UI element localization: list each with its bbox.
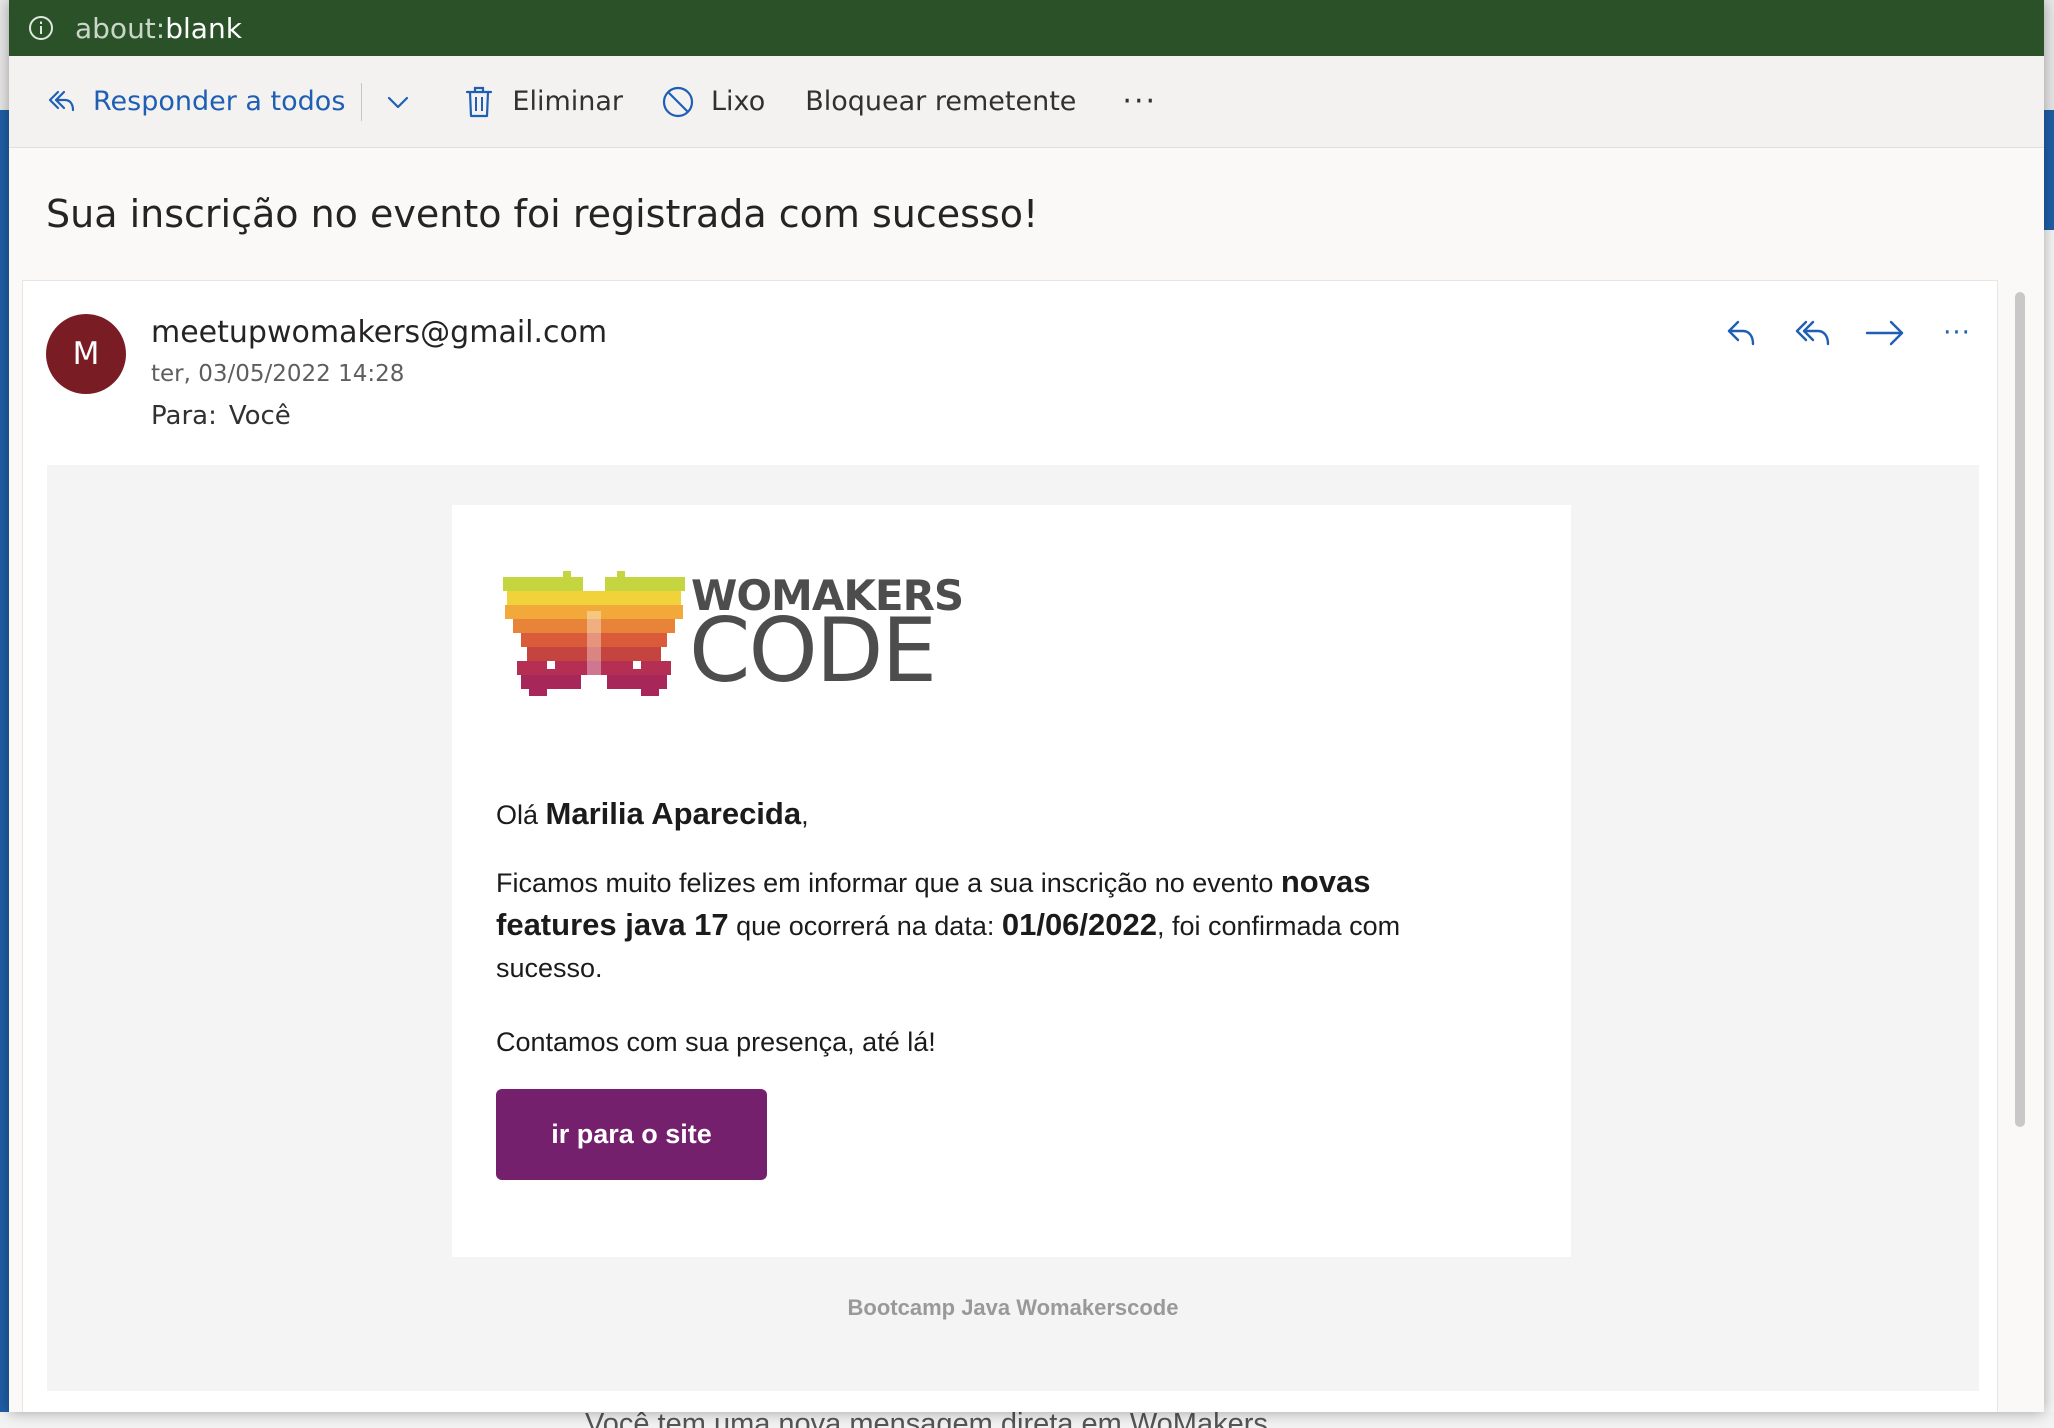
delete-button[interactable]: Eliminar — [464, 74, 623, 130]
greeting-text: Olá Marilia Aparecida, — [496, 793, 1486, 836]
avatar[interactable]: M — [46, 314, 126, 394]
more-horizontal-icon: ··· — [1122, 84, 1158, 119]
reply-icon — [1727, 320, 1755, 346]
trash-icon — [466, 86, 493, 117]
reply-all-message-button[interactable] — [1785, 305, 1841, 361]
junk-button[interactable]: Lixo — [661, 74, 765, 130]
go-to-site-label: ir para o site — [551, 1119, 712, 1149]
email-body-background: WOMAKERS CODE Olá Marilia Aparecida, Fic… — [47, 465, 1979, 1391]
junk-label: Lixo — [711, 86, 766, 117]
reply-all-button[interactable]: Responder a todos — [45, 74, 345, 130]
closing-paragraph: Contamos com sua presença, até lá! — [496, 1027, 936, 1057]
background-message-preview: Você tem uma nova mensagem direta em WoM… — [585, 1412, 1268, 1428]
recipients-row: Para: Você — [151, 401, 291, 431]
email-footer: Bootcamp Java Womakerscode — [847, 1295, 1179, 1320]
url-scheme: about: — [75, 11, 166, 45]
url-bar: about:blank — [9, 0, 2044, 56]
forward-button[interactable] — [1857, 305, 1913, 361]
message-date: ter, 03/05/2022 14:28 — [151, 361, 405, 387]
to-recipient[interactable]: Você — [229, 401, 291, 431]
recipient-name: Marilia Aparecida — [545, 796, 802, 831]
confirmation-paragraph: Ficamos muito felizes em informar que a … — [496, 861, 1486, 989]
womakers-code-logo: WOMAKERS CODE — [503, 571, 964, 696]
email-content-card: WOMAKERS CODE Olá Marilia Aparecida, Fic… — [452, 505, 1571, 1257]
reply-options-dropdown[interactable] — [378, 74, 418, 130]
toolbar-divider — [361, 82, 363, 121]
logo-text-code: CODE — [689, 599, 937, 702]
greeting-suffix: , — [801, 800, 809, 830]
avatar-initial: M — [72, 336, 100, 372]
chevron-down-icon — [388, 96, 409, 108]
go-to-site-button[interactable]: ir para o site — [496, 1089, 767, 1180]
url-path: blank — [165, 11, 242, 45]
more-horizontal-icon: ··· — [1943, 318, 1971, 348]
background-right-area — [2044, 230, 2054, 1428]
block-sender-label: Bloquear remetente — [805, 86, 1077, 117]
info-icon[interactable] — [27, 14, 55, 42]
url-text[interactable]: about:blank — [75, 12, 242, 45]
message-card: M meetupwomakers@gmail.com ter, 03/05/20… — [22, 280, 1998, 1412]
background-bottom-area: Você tem uma nova mensagem direta em WoM… — [0, 1412, 2054, 1428]
command-toolbar: Responder a todos Eliminar Lixo Bloquear… — [9, 56, 2044, 148]
reply-all-label: Responder a todos — [93, 86, 346, 117]
background-right-strip — [2044, 110, 2054, 230]
block-sender-button[interactable]: Bloquear remetente — [805, 74, 1076, 130]
reply-all-icon — [48, 90, 75, 111]
scrollbar[interactable] — [2015, 292, 2025, 1127]
background-left-strip — [0, 110, 9, 1428]
para1-text-1: Ficamos muito felizes em informar que a … — [496, 868, 1281, 898]
forward-arrow-icon — [1865, 320, 1904, 346]
event-date: 01/06/2022 — [1001, 907, 1157, 942]
sender-address[interactable]: meetupwomakers@gmail.com — [151, 315, 607, 350]
email-popup-window: about:blank Responder a todos Eliminar L… — [9, 0, 2044, 1412]
more-options-button[interactable]: ··· — [1122, 74, 1157, 130]
butterfly-logo-icon — [503, 571, 685, 696]
block-icon — [662, 86, 694, 117]
para1-text-2: que ocorrerá na data: — [728, 911, 1002, 941]
message-more-button[interactable]: ··· — [1929, 305, 1985, 361]
message-actions: ··· — [1713, 305, 2001, 361]
greeting-prefix: Olá — [496, 800, 546, 830]
reply-button[interactable] — [1713, 305, 1769, 361]
reply-all-icon — [1795, 320, 1830, 346]
delete-label: Eliminar — [512, 86, 624, 117]
to-label: Para: — [151, 401, 217, 431]
email-subject: Sua inscrição no evento foi registrada c… — [46, 192, 1039, 236]
